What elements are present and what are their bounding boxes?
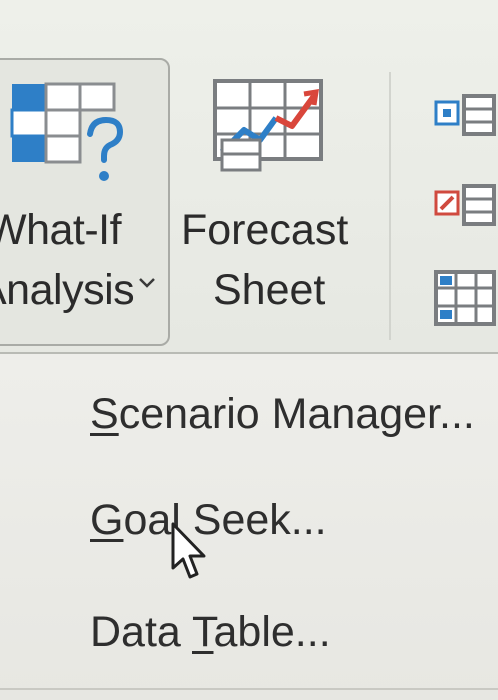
what-if-table-icon [10,82,124,181]
forecast-chart-icon[interactable] [212,78,327,178]
group-icon[interactable] [432,92,498,138]
subtotal-icon[interactable] [432,268,498,328]
menu-item-scenario-manager[interactable]: Scenario Manager... [90,390,475,439]
group-divider [389,72,391,340]
what-if-label: What-If [0,206,122,254]
ribbon: What-If Analysis Forecast Sheet [0,0,498,354]
mouse-pointer-icon [171,522,206,579]
sheet-label[interactable]: Sheet [213,266,325,315]
what-if-dropdown-menu: Scenario Manager... Goal Seek... Data Ta… [0,354,498,700]
menu-bottom-border [0,688,498,690]
analysis-label: Analysis [0,266,135,314]
chevron-down-icon[interactable] [138,277,156,289]
ungroup-icon[interactable] [432,182,498,228]
forecast-label[interactable]: Forecast [181,206,348,255]
menu-item-data-table[interactable]: Data Table... [90,608,331,657]
